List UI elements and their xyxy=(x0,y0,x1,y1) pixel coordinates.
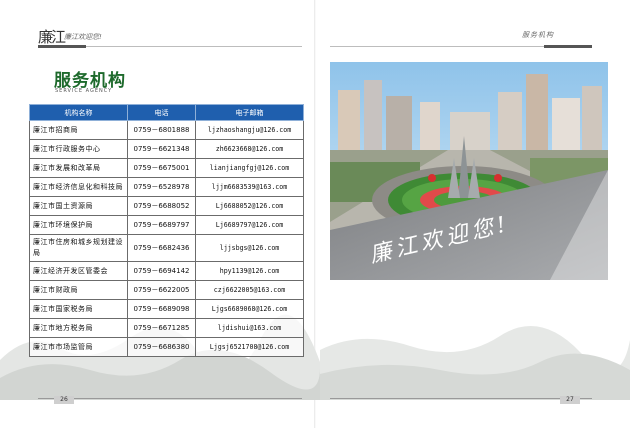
phone-cell: 0759－6671285 xyxy=(127,318,196,338)
email-cell: lianjiangfgj@126.com xyxy=(195,158,304,178)
phone-cell: 0759－6621348 xyxy=(127,139,196,159)
phone-cell: 0759－6689098 xyxy=(127,299,196,319)
agency-name-cell: 廉江市行政服务中心 xyxy=(29,139,128,159)
table-row: 廉江市市场监管局 0759－6686380 Ljgsj6521708@126.com xyxy=(29,337,304,357)
column-header-email: 电子邮箱 xyxy=(195,104,304,121)
email-cell: hpy1139@126.com xyxy=(195,261,304,281)
email-cell: Lj6689797@126.com xyxy=(195,215,304,235)
agency-name-cell: 廉江市招商局 xyxy=(29,120,128,140)
agency-name-cell: 廉江市财政局 xyxy=(29,280,128,300)
phone-cell: 0759－6682436 xyxy=(127,234,196,262)
email-cell: Ljgsj6521708@126.com xyxy=(195,337,304,357)
phone-cell: 0759－6622005 xyxy=(127,280,196,300)
email-cell: ljjsbgs@126.com xyxy=(195,234,304,262)
table-row: 廉江市国土资源局 0759－6688052 Lj6688052@126.com xyxy=(29,196,304,216)
email-cell: czj6622005@163.com xyxy=(195,280,304,300)
agency-name-cell: 廉江市国土资源局 xyxy=(29,196,128,216)
page-subtitle: SERVICE AGENCY xyxy=(55,88,113,94)
agency-name-cell: 廉江经济开发区管委会 xyxy=(29,261,128,281)
agency-name-cell: 廉江市住房和城乡规划建设局 xyxy=(29,234,128,262)
column-header-org: 机构名称 xyxy=(29,104,128,121)
header-rule-left xyxy=(38,45,302,48)
phone-cell: 0759－6528978 xyxy=(127,177,196,197)
email-cell: Ljgs6689068@126.com xyxy=(195,299,304,319)
phone-cell: 0759－6675001 xyxy=(127,158,196,178)
agency-name-cell: 廉江市环境保护局 xyxy=(29,215,128,235)
phone-cell: 0759－6688052 xyxy=(127,196,196,216)
table-header-row: 机构名称 电话 电子邮箱 xyxy=(29,104,304,121)
table-row: 廉江市财政局 0759－6622005 czj6622005@163.com xyxy=(29,280,304,300)
email-cell: zh6623668@126.com xyxy=(195,139,304,159)
brand-calligraphy-logo: 廉江 xyxy=(38,28,66,46)
header-section-tag: 服务机构 xyxy=(522,31,554,39)
header-tagline: 廉江欢迎您! xyxy=(64,33,102,41)
table-row: 廉江经济开发区管委会 0759－6694142 hpy1139@126.com xyxy=(29,261,304,281)
footer-rule-left xyxy=(38,398,302,399)
agency-name-cell: 廉江市地方税务局 xyxy=(29,318,128,338)
page-number-right: 27 xyxy=(560,396,580,404)
agency-name-cell: 廉江市经济信息化和科技局 xyxy=(29,177,128,197)
email-cell: Lj6688052@126.com xyxy=(195,196,304,216)
phone-cell: 0759－6801888 xyxy=(127,120,196,140)
header-rule-right xyxy=(330,45,592,48)
footer-rule-right xyxy=(330,398,592,399)
agency-name-cell: 廉江市国家税务局 xyxy=(29,299,128,319)
email-cell: ljzhaoshangju@126.com xyxy=(195,120,304,140)
column-header-phone: 电话 xyxy=(127,104,196,121)
service-agency-table: 机构名称 电话 电子邮箱 廉江市招商局 0759－6801888 ljzhaosha… xyxy=(29,104,304,357)
page-number-left: 26 xyxy=(54,396,74,404)
table-row: 廉江市环境保护局 0759－6689797 Lj6689797@126.com xyxy=(29,215,304,235)
brochure-spread: 廉江 廉江欢迎您! 服务机构 服务机构 SERVICE AGENCY 机构名称 … xyxy=(0,0,630,428)
agency-name-cell: 廉江市发展和改革局 xyxy=(29,158,128,178)
phone-cell: 0759－6689797 xyxy=(127,215,196,235)
phone-cell: 0759－6686380 xyxy=(127,337,196,357)
table-row: 廉江市国家税务局 0759－6689098 Ljgs6689068@126.com xyxy=(29,299,304,319)
table-row: 廉江市经济信息化和科技局 0759－6528978 ljjm6683539@163.… xyxy=(29,177,304,197)
email-cell: ljjm6683539@163.com xyxy=(195,177,304,197)
table-row: 廉江市地方税务局 0759－6671285 ljdishui@163.com xyxy=(29,318,304,338)
email-cell: ljdishui@163.com xyxy=(195,318,304,338)
table-row: 廉江市招商局 0759－6801888 ljzhaoshangju@126.com xyxy=(29,120,304,140)
table-row: 廉江市住房和城乡规划建设局 0759－6682436 ljjsbgs@126.com xyxy=(29,234,304,262)
table-row: 廉江市行政服务中心 0759－6621348 zh6623668@126.com xyxy=(29,139,304,159)
phone-cell: 0759－6694142 xyxy=(127,261,196,281)
table-row: 廉江市发展和改革局 0759－6675001 lianjiangfgj@126.co… xyxy=(29,158,304,178)
agency-name-cell: 廉江市市场监管局 xyxy=(29,337,128,357)
